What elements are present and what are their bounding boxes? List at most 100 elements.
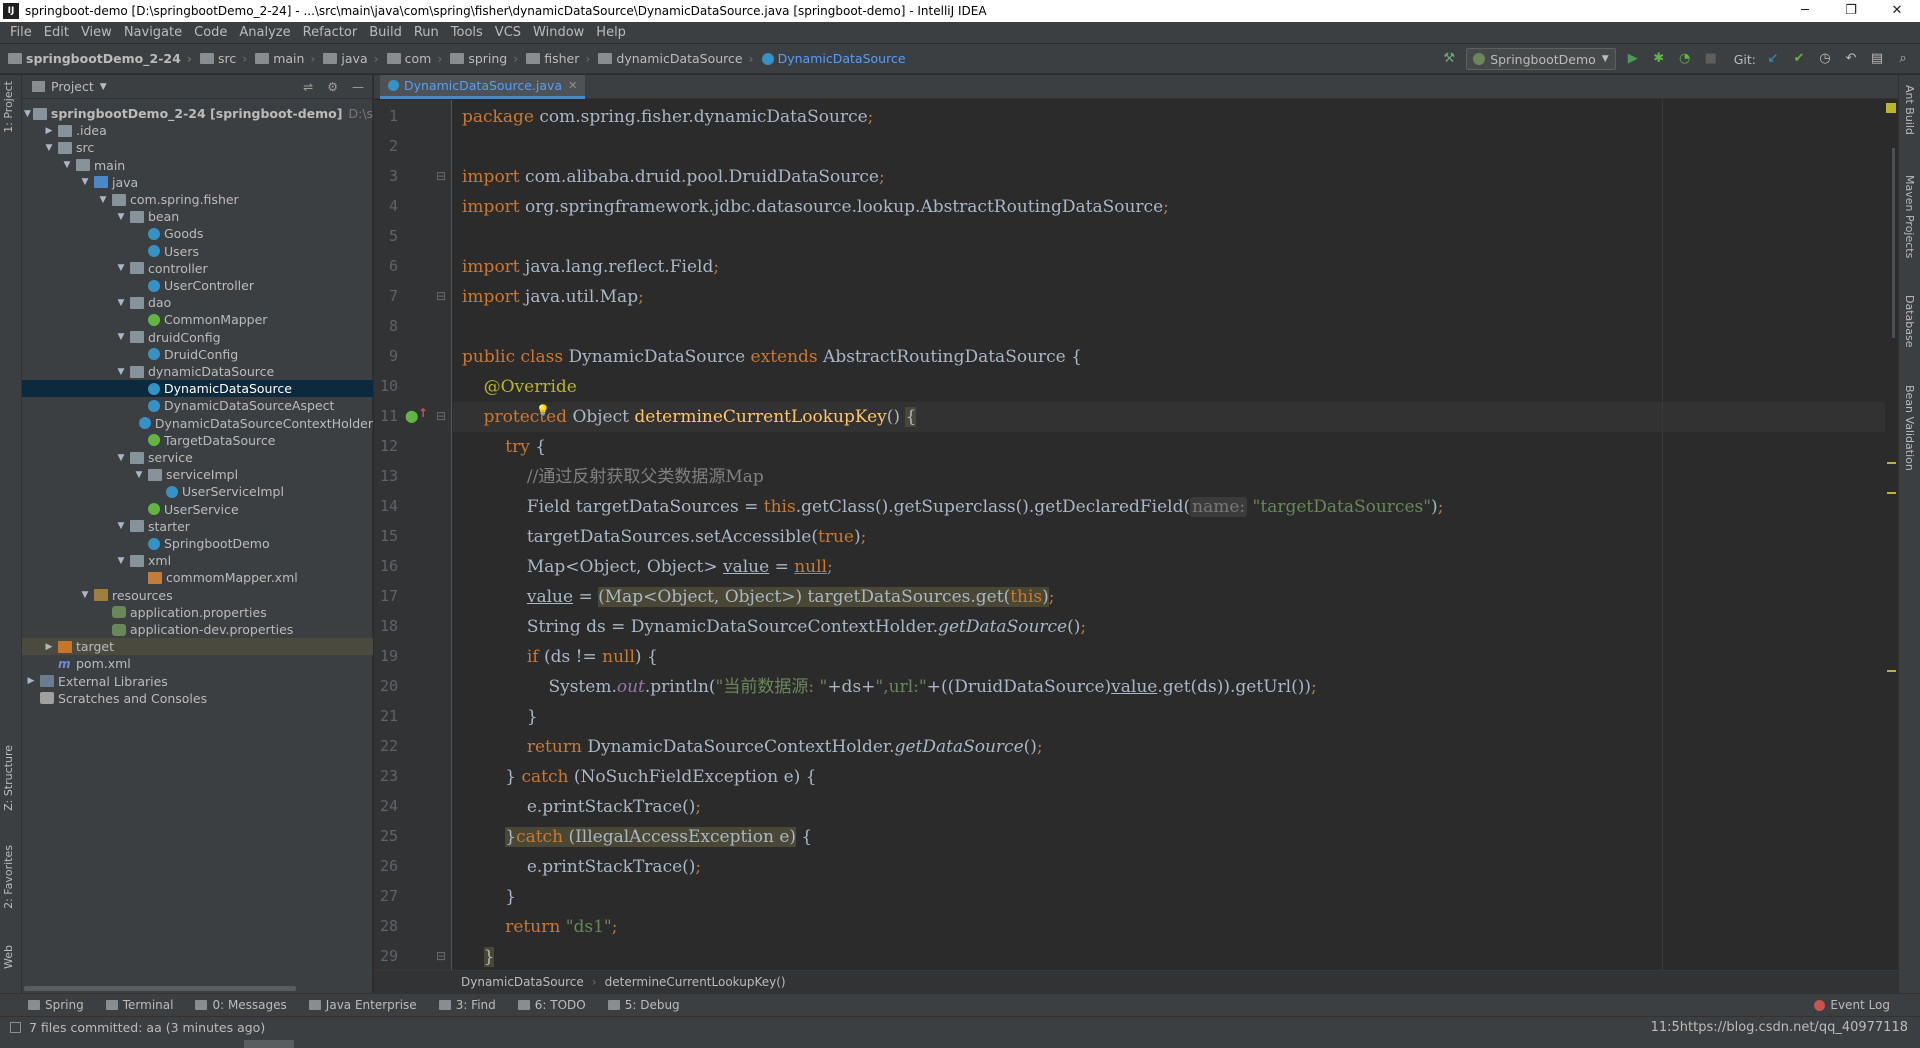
breadcrumb-item[interactable]: com › xyxy=(379,51,442,66)
tree-item[interactable]: ▼ com.spring.fisher xyxy=(22,191,373,208)
collapse-arrow-icon[interactable]: ▶ xyxy=(24,676,38,686)
tree-item[interactable]: TargetDataSource xyxy=(22,432,373,449)
tree-item[interactable]: ▼ service xyxy=(22,449,373,466)
implement-arrow-icon[interactable]: ↑ xyxy=(418,406,428,420)
menu-build[interactable]: Build xyxy=(363,25,408,40)
warning-mark[interactable] xyxy=(1887,462,1896,464)
code-line[interactable]: } xyxy=(453,942,1885,970)
expand-arrow-icon[interactable]: ▼ xyxy=(114,212,128,222)
breadcrumb-item[interactable]: fisher › xyxy=(518,51,590,66)
menu-window[interactable]: Window xyxy=(527,25,590,40)
code-line[interactable]: if (ds != null) { xyxy=(453,642,1885,672)
breadcrumb-item-active[interactable]: DynamicDataSource xyxy=(754,51,906,66)
code-line[interactable]: e.printStackTrace(); xyxy=(453,852,1885,882)
menu-analyze[interactable]: Analyze xyxy=(233,25,296,40)
code-line[interactable]: import java.util.Map; xyxy=(453,282,1885,312)
favorites-tool-tab[interactable]: 2: Favorites xyxy=(2,845,15,909)
chevron-down-icon[interactable]: ▼ xyxy=(100,82,107,92)
code-line[interactable]: value = (Map<Object, Object>) targetData… xyxy=(453,582,1885,612)
code-line[interactable]: @Override xyxy=(453,372,1885,402)
horizontal-scrollbar[interactable] xyxy=(24,986,296,991)
tool-window-java-enterprise[interactable]: Java Enterprise xyxy=(308,998,417,1012)
bean-validation-tool-tab[interactable]: Bean Validation xyxy=(1903,385,1916,471)
code-line[interactable]: return "ds1"; xyxy=(453,912,1885,942)
code-line[interactable]: protected Object determineCurrentLookupK… xyxy=(453,402,1885,432)
code-line[interactable]: //通过反射获取父类数据源Map xyxy=(453,462,1885,492)
expand-arrow-icon[interactable]: ▼ xyxy=(114,556,128,566)
ant-build-tool-tab[interactable]: Ant Build xyxy=(1903,85,1916,135)
close-button[interactable]: ✕ xyxy=(1874,0,1920,22)
breadcrumb-item[interactable]: spring › xyxy=(442,51,518,66)
tree-item[interactable]: ▶ .idea xyxy=(22,122,373,139)
expand-arrow-icon[interactable]: ▼ xyxy=(114,521,128,531)
code-line[interactable]: System.out.println("当前数据源: "+ds+",url:"+… xyxy=(453,672,1885,702)
expand-arrow-icon[interactable]: ▼ xyxy=(78,590,92,600)
code-line[interactable]: String ds = DynamicDataSourceContextHold… xyxy=(453,612,1885,642)
breadcrumb-item[interactable]: springbootDemo_2-24 › xyxy=(0,51,192,66)
maven-projects-tool-tab[interactable]: Maven Projects xyxy=(1903,175,1916,258)
code-line[interactable]: public class DynamicDataSource extends A… xyxy=(453,342,1885,372)
minimize-button[interactable]: ─ xyxy=(1782,0,1828,22)
breadcrumb-item[interactable]: main › xyxy=(247,51,315,66)
tree-item[interactable]: ▼ controller xyxy=(22,260,373,277)
breadcrumb-class[interactable]: DynamicDataSource xyxy=(461,975,584,989)
lightbulb-icon[interactable]: 💡 xyxy=(536,404,550,417)
code-line[interactable]: return DynamicDataSourceContextHolder.ge… xyxy=(453,732,1885,762)
menu-tools[interactable]: Tools xyxy=(445,25,489,40)
expand-arrow-icon[interactable]: ▼ xyxy=(114,367,128,377)
code-line[interactable]: import java.lang.reflect.Field; xyxy=(453,252,1885,282)
warning-indicator-icon[interactable] xyxy=(1886,103,1896,113)
tree-item[interactable]: ▼ src xyxy=(22,139,373,156)
scroll-thumb[interactable] xyxy=(244,1040,294,1048)
event-log-button[interactable]: Event Log xyxy=(1814,998,1890,1012)
expand-arrow-icon[interactable]: ▼ xyxy=(42,143,56,153)
vcs-update-icon[interactable]: ↙ xyxy=(1764,50,1782,68)
error-stripe[interactable] xyxy=(1885,100,1898,970)
expand-arrow-icon[interactable]: ▼ xyxy=(78,177,92,187)
project-structure-icon[interactable]: ▤ xyxy=(1868,50,1886,68)
tree-item[interactable]: SpringbootDemo xyxy=(22,535,373,552)
tree-item[interactable]: UserController xyxy=(22,277,373,294)
hammer-icon[interactable]: ⚒ xyxy=(1440,50,1458,68)
code-line[interactable]: } xyxy=(453,702,1885,732)
tree-item[interactable]: DruidConfig xyxy=(22,346,373,363)
breadcrumb-item[interactable]: src › xyxy=(192,51,247,66)
tree-item[interactable]: DynamicDataSourceContextHolder xyxy=(22,415,373,432)
expand-arrow-icon[interactable]: ▼ xyxy=(114,263,128,273)
expand-arrow-icon[interactable]: ▼ xyxy=(114,332,128,342)
tree-item[interactable]: DynamicDataSourceAspect xyxy=(22,397,373,414)
menu-help[interactable]: Help xyxy=(590,25,632,40)
tree-item[interactable]: ▼springbootDemo_2-24 [springboot-demo]D:… xyxy=(22,105,405,122)
search-icon[interactable]: ⌕ xyxy=(1894,50,1912,68)
menu-view[interactable]: View xyxy=(75,25,118,40)
fold-icon[interactable]: ⊟ xyxy=(436,409,446,423)
expand-arrow-icon[interactable]: ▼ xyxy=(60,160,74,170)
tree-item[interactable]: m pom.xml xyxy=(22,655,373,672)
coverage-icon[interactable]: ◔ xyxy=(1676,50,1694,68)
tree-item[interactable]: ▶ target xyxy=(22,638,373,656)
tree-item[interactable]: ▼ starter xyxy=(22,518,373,535)
code-line[interactable]: import org.springframework.jdbc.datasour… xyxy=(453,192,1885,222)
tree-item[interactable]: UserService xyxy=(22,501,373,518)
tree-item[interactable]: ▼ dynamicDataSource xyxy=(22,363,373,380)
tool-window-messages[interactable]: 0: Messages xyxy=(195,998,287,1012)
project-tool-tab[interactable]: 1: Project xyxy=(2,81,15,133)
stop-icon[interactable]: ■ xyxy=(1702,50,1720,68)
run-icon[interactable]: ▶ xyxy=(1624,50,1642,68)
tree-item[interactable]: Goods xyxy=(22,225,373,242)
code-line[interactable]: } catch (NoSuchFieldException e) { xyxy=(453,762,1885,792)
breadcrumb-item[interactable]: dynamicDataSource › xyxy=(590,51,754,66)
menu-run[interactable]: Run xyxy=(408,25,445,40)
menu-code[interactable]: Code xyxy=(188,25,233,40)
code-line[interactable] xyxy=(453,312,1885,342)
expand-arrow-icon[interactable]: ▼ xyxy=(96,195,110,205)
tree-item[interactable]: ▼ serviceImpl xyxy=(22,466,373,483)
tool-window-debug[interactable]: 5: Debug xyxy=(607,998,680,1012)
tree-item[interactable]: Scratches and Consoles xyxy=(22,690,373,707)
tree-item[interactable]: ▼ druidConfig xyxy=(22,329,373,346)
code-line[interactable] xyxy=(453,222,1885,252)
override-icon[interactable]: ⬤ xyxy=(405,409,418,423)
tree-item[interactable]: ▶ External Libraries xyxy=(22,673,373,690)
expand-arrow-icon[interactable]: ▼ xyxy=(24,109,31,119)
tool-window-spring[interactable]: Spring xyxy=(28,998,84,1012)
